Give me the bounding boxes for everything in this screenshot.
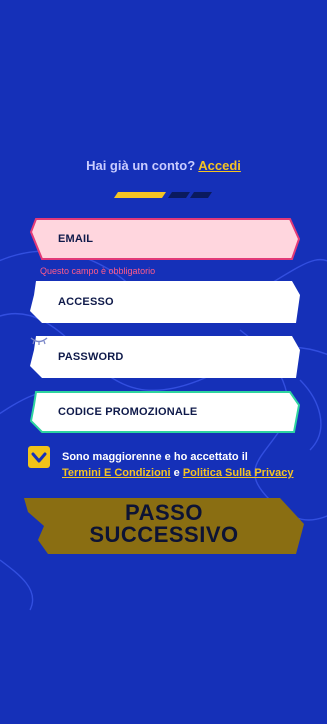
- terms-conditions-link[interactable]: Termini E Condizioni: [62, 467, 171, 479]
- terms-conjunction: e: [173, 467, 180, 479]
- email-error-message: Questo campo è obbligatorio: [40, 266, 156, 276]
- check-icon: [31, 452, 47, 463]
- next-step-button-label: PASSO SUCCESSIVO: [24, 502, 304, 546]
- terms-text: Sono maggiorenne e ho accettato il Termi…: [62, 449, 312, 481]
- terms-intro-text: Sono maggiorenne e ho accettato il: [62, 451, 248, 463]
- step-2: [168, 192, 190, 198]
- eye-closed-icon[interactable]: [30, 336, 48, 346]
- username-field[interactable]: ACCESSO: [30, 281, 300, 323]
- step-3: [190, 192, 212, 198]
- login-prompt: Hai già un conto? Accedi: [0, 158, 327, 173]
- email-label: EMAIL: [58, 233, 94, 245]
- next-step-line-1: PASSO: [125, 500, 203, 525]
- next-step-line-2: SUCCESSIVO: [89, 522, 239, 547]
- email-field[interactable]: EMAIL: [30, 218, 300, 260]
- login-link[interactable]: Accedi: [198, 158, 241, 173]
- next-step-button[interactable]: PASSO SUCCESSIVO: [24, 496, 304, 556]
- password-label: PASSWORD: [58, 351, 124, 363]
- promo-code-label: CODICE PROMOZIONALE: [58, 406, 198, 418]
- step-indicator: [114, 192, 212, 198]
- step-1: [114, 192, 166, 198]
- signup-screen: Hai già un conto? Accedi EMAIL Questo ca…: [0, 0, 327, 724]
- account-prompt-text: Hai già un conto?: [86, 158, 196, 173]
- password-field[interactable]: PASSWORD: [30, 336, 300, 378]
- promo-code-field[interactable]: CODICE PROMOZIONALE: [30, 391, 300, 433]
- privacy-policy-link[interactable]: Politica Sulla Privacy: [183, 467, 294, 479]
- username-label: ACCESSO: [58, 296, 114, 308]
- terms-checkbox[interactable]: [28, 446, 50, 468]
